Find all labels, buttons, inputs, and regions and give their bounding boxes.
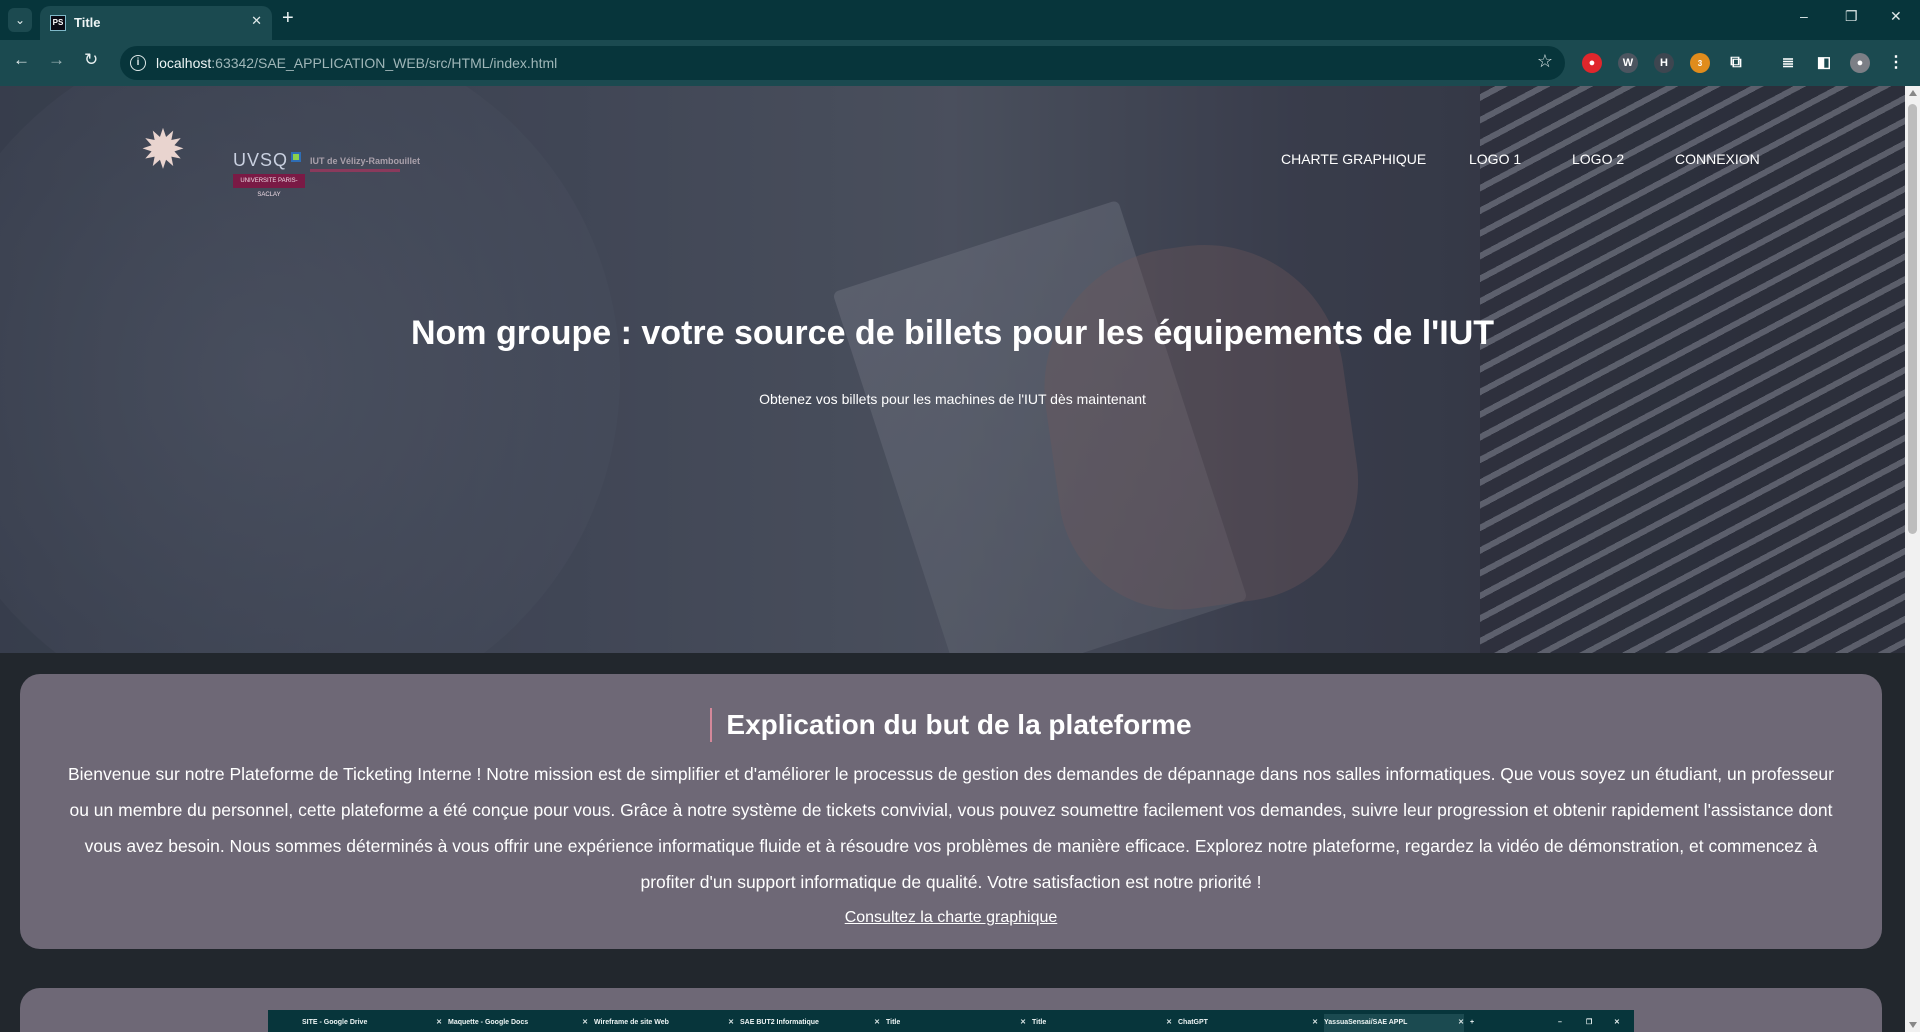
w-extension-icon[interactable]: W: [1618, 53, 1638, 73]
close-icon: ✕: [1312, 1019, 1318, 1026]
window-close-icon: ✕: [1614, 1019, 1620, 1026]
demo-tab: YassuaSensai/SAE APPL ✕: [1324, 1014, 1464, 1032]
avatar-icon[interactable]: ●: [1850, 53, 1870, 73]
restore-icon: ❐: [1586, 1019, 1593, 1026]
close-icon: ✕: [436, 1019, 442, 1026]
nav-link-connexion[interactable]: CONNEXION: [1675, 151, 1760, 167]
adblock-extension-icon[interactable]: ●: [1582, 53, 1602, 73]
about-text: Bienvenue sur notre Plateforme de Ticket…: [67, 764, 1834, 892]
demo-tab: SITE - Google Drive ✕: [302, 1014, 442, 1032]
demo-tab-label: Wireframe de site Web: [594, 1019, 669, 1026]
tab-search-button[interactable]: ⌄: [8, 8, 32, 32]
forward-arrow-icon[interactable]: →: [48, 50, 65, 70]
demo-tab: Title ✕: [1032, 1014, 1172, 1032]
about-title: Explication du but de la plateforme: [710, 708, 1192, 742]
page-scrollbar[interactable]: [1905, 86, 1920, 1032]
page-viewport: ✹ UVSQ IUT de Vélizy-Rambouillet UNIVERS…: [0, 86, 1905, 1032]
close-icon: ✕: [582, 1019, 588, 1026]
plus-icon: +: [1470, 1019, 1475, 1026]
media-queue-icon[interactable]: ≣: [1778, 53, 1798, 73]
demo-tab-label: SAE BUT2 Informatique: [740, 1019, 819, 1026]
demo-tab: Wireframe de site Web ✕: [594, 1014, 734, 1032]
badge-extension-icon[interactable]: 3: [1690, 53, 1710, 73]
url-text[interactable]: localhost:63342/SAE_APPLICATION_WEB/src/…: [156, 55, 557, 71]
new-tab-button[interactable]: +: [282, 7, 294, 29]
url-path: :63342/SAE_APPLICATION_WEB/src/HTML/inde…: [211, 55, 558, 71]
browser-toolbar: ← → ↻ i localhost:63342/SAE_APPLICATION_…: [0, 40, 1920, 86]
address-bar[interactable]: i localhost:63342/SAE_APPLICATION_WEB/sr…: [120, 46, 1565, 80]
hero-subtitle: Obtenez vos billets pour les machines de…: [759, 391, 1146, 407]
browser-tab-active[interactable]: PS Title ✕: [40, 6, 272, 40]
demo-tab-label: ChatGPT: [1178, 1019, 1208, 1026]
scroll-thumb[interactable]: [1908, 104, 1917, 534]
logo-uvsq-text: UVSQ: [233, 150, 289, 170]
nav-link-charte-graphique[interactable]: CHARTE GRAPHIQUE: [1281, 151, 1426, 167]
tab-title: Title: [74, 15, 101, 30]
close-icon: ✕: [728, 1019, 734, 1026]
demo-tab-label: YassuaSensai/SAE APPL: [1324, 1019, 1408, 1026]
hero-section: ✹ UVSQ IUT de Vélizy-Rambouillet UNIVERS…: [0, 86, 1905, 653]
h-extension-icon[interactable]: H: [1654, 53, 1674, 73]
star-logo-icon: ✹: [140, 120, 186, 180]
hero-title: Nom groupe : votre source de billets pou…: [410, 314, 1495, 352]
browser-tab-strip: ⌄ PS Title ✕ + – ❐ ✕: [0, 0, 1920, 40]
reload-icon[interactable]: ↻: [84, 50, 98, 70]
close-icon: ✕: [1020, 1019, 1026, 1026]
demo-tab: Title ✕: [886, 1014, 1026, 1032]
about-card: Explication du but de la plateforme Bien…: [20, 674, 1882, 949]
charte-graphique-link[interactable]: Consultez la charte graphique: [20, 909, 1882, 927]
uvsq-mark-icon: [291, 152, 301, 162]
demo-tab: Maquette - Google Docs ✕: [448, 1014, 588, 1032]
demo-tab-label: SITE - Google Drive: [302, 1019, 368, 1026]
nav-link-logo-1[interactable]: LOGO 1: [1469, 151, 1521, 167]
tab-favicon-icon: PS: [50, 15, 66, 31]
logo-iut-text: IUT de Vélizy-Rambouillet: [310, 156, 421, 166]
close-icon: ✕: [1458, 1019, 1464, 1026]
side-panel-icon[interactable]: ◧: [1814, 53, 1834, 73]
about-title-wrap: Explication du but de la plateforme: [20, 708, 1882, 742]
demo-card: SITE - Google Drive ✕ Maquette - Google D…: [20, 988, 1882, 1032]
demo-tab-label: Maquette - Google Docs: [448, 1019, 529, 1026]
demo-tab-label: Title: [1032, 1019, 1047, 1026]
back-arrow-icon[interactable]: ←: [13, 50, 30, 70]
close-icon: ✕: [874, 1019, 880, 1026]
close-icon[interactable]: ✕: [251, 13, 262, 29]
minimize-icon[interactable]: –: [1800, 8, 1808, 24]
logo-iut-underline: [310, 169, 400, 172]
kebab-menu-icon[interactable]: ⋮: [1886, 53, 1906, 73]
minimize-icon: –: [1558, 1019, 1562, 1026]
demo-screenshot: SITE - Google Drive ✕ Maquette - Google D…: [268, 1010, 1634, 1032]
scroll-up-icon[interactable]: [1909, 90, 1917, 96]
info-icon[interactable]: i: [130, 55, 146, 71]
restore-icon[interactable]: ❐: [1845, 8, 1858, 25]
star-icon[interactable]: ☆: [1537, 51, 1553, 72]
scroll-down-icon[interactable]: [1909, 1022, 1917, 1028]
url-host: localhost: [156, 55, 212, 71]
demo-tab: SAE BUT2 Informatique ✕: [740, 1014, 880, 1032]
demo-tab: ChatGPT ✕: [1178, 1014, 1318, 1032]
chevron-down-icon: ⌄: [14, 13, 26, 27]
close-icon: ✕: [1166, 1019, 1172, 1026]
logo-university-badge: UNIVERSITE PARIS-SACLAY: [233, 174, 305, 198]
site-logo[interactable]: ✹ UVSQ IUT de Vélizy-Rambouillet UNIVERS…: [128, 110, 428, 200]
window-close-icon[interactable]: ✕: [1890, 8, 1902, 25]
puzzle-icon[interactable]: ⧉: [1726, 53, 1746, 73]
demo-tab-label: Title: [886, 1019, 901, 1026]
extension-badge: 3: [1697, 59, 1703, 68]
nav-link-logo-2[interactable]: LOGO 2: [1572, 151, 1624, 167]
